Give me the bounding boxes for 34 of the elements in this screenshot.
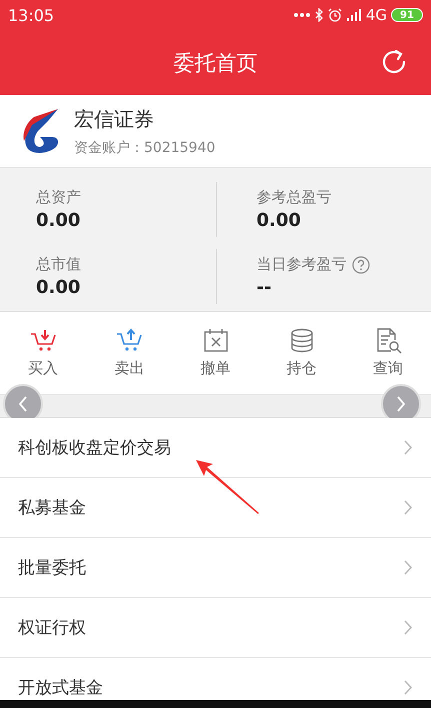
action-button[interactable]: 卖出 [86, 324, 172, 382]
summary-value: -- [256, 277, 272, 298]
chevron-right-icon [404, 620, 413, 635]
battery-level: 91 [391, 8, 423, 22]
page-title: 委托首页 [174, 50, 258, 76]
action-button[interactable]: 持仓 [258, 324, 345, 382]
chevron-right-icon [404, 500, 413, 515]
menu-item[interactable]: 权证行权 [0, 598, 431, 658]
clock-time: 13:05 [8, 6, 54, 24]
bluetooth-icon [314, 8, 323, 22]
signal-icon [346, 9, 363, 21]
chevron-right-icon [396, 395, 406, 413]
chevron-right-icon [404, 680, 413, 695]
summary-label: 参考总盈亏 [256, 188, 332, 207]
summary-value: 0.00 [36, 277, 82, 298]
chevron-right-icon [404, 560, 413, 575]
network-type: 4G [366, 6, 387, 24]
summary-label: 总市值 [36, 255, 81, 274]
refresh-icon[interactable] [381, 49, 407, 75]
help-icon[interactable] [352, 256, 370, 274]
alarm-icon [328, 8, 342, 22]
summary-value: 0.00 [36, 210, 82, 231]
action-button[interactable]: 撤单 [172, 324, 259, 382]
broker-name: 宏信证券 [74, 106, 155, 132]
action-button[interactable]: 买入 [0, 324, 86, 382]
menu-item[interactable]: 批量委托 [0, 538, 431, 598]
summary-label: 总资产 [36, 188, 81, 207]
account-number: 资金账户：50215940 [74, 138, 216, 156]
summary-value: 0.00 [256, 210, 302, 231]
chevron-left-icon [18, 395, 28, 413]
summary-label: 当日参考盈亏 [256, 255, 346, 274]
more-dots-icon [294, 13, 310, 17]
chevron-right-icon [404, 440, 413, 455]
action-button[interactable]: 查询 [344, 324, 431, 382]
